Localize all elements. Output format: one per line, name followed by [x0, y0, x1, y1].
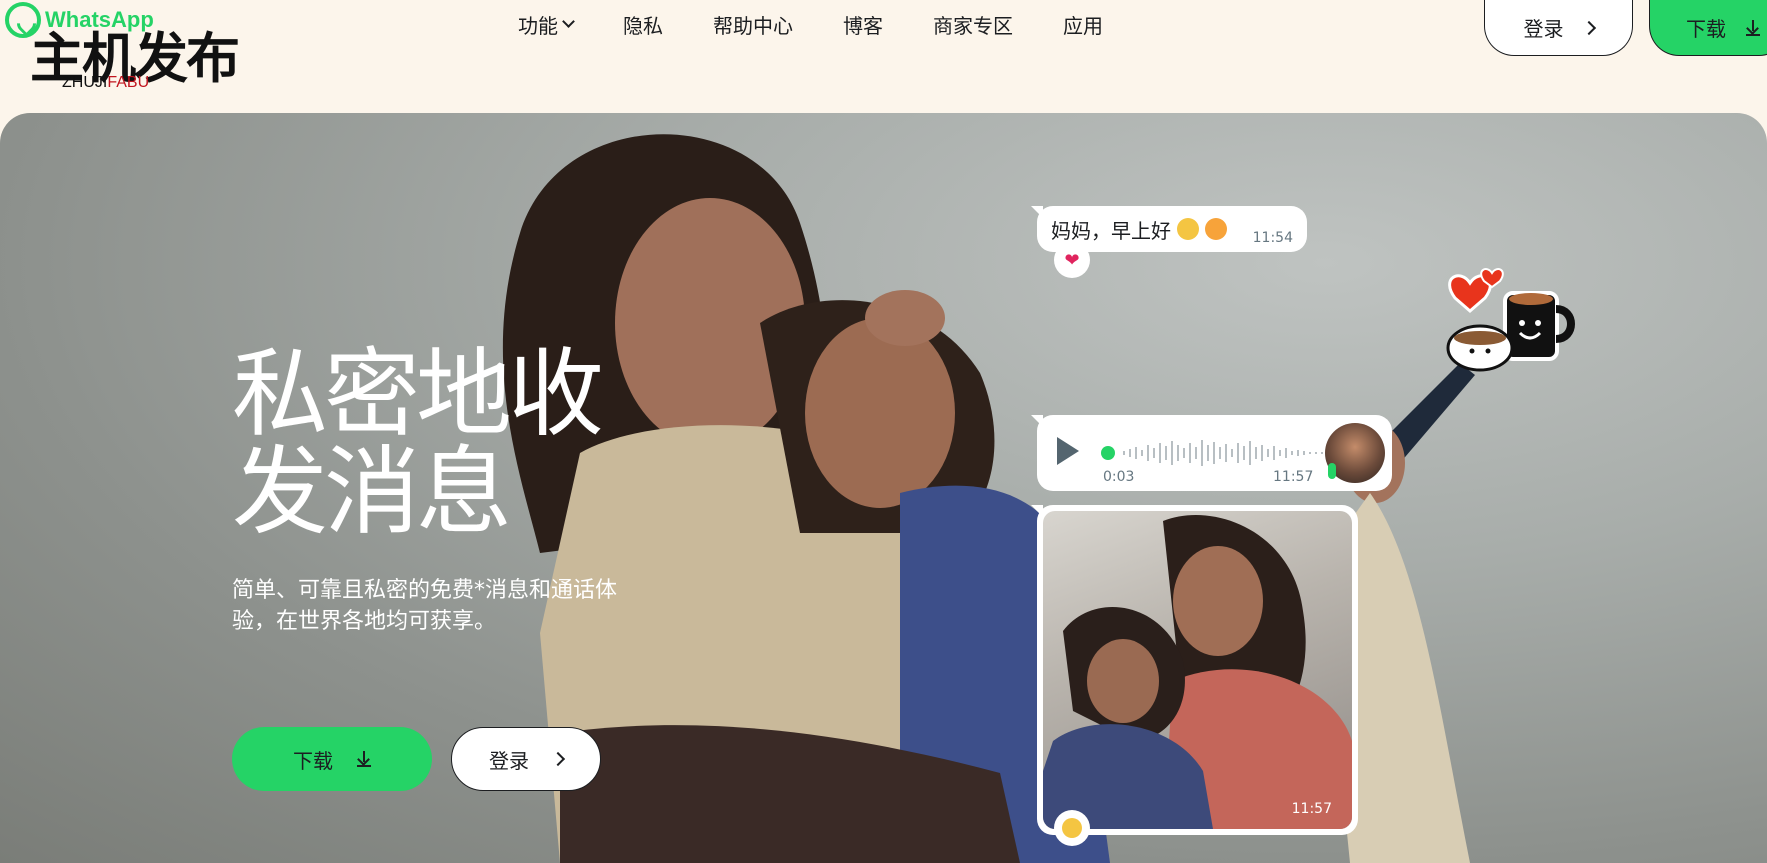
voice-waveform — [1123, 440, 1329, 466]
chat-photo[interactable]: 11:57 — [1043, 511, 1352, 829]
emoji-reaction — [1054, 810, 1090, 846]
site-logo-latin: ZHUJIFABU — [62, 74, 149, 92]
play-icon[interactable] — [1057, 437, 1079, 465]
smiling-emoji-icon — [1177, 218, 1199, 240]
chevron-down-icon — [562, 15, 575, 28]
nav-item-label: 商家专区 — [933, 13, 1013, 38]
chat-photo-image — [1043, 515, 1352, 829]
chevron-right-icon — [550, 751, 566, 767]
nav-item-blog[interactable]: 博客 — [843, 10, 883, 38]
hearts-face-emoji-icon — [1205, 218, 1227, 240]
hero-subtitle: 简单、可靠且私密的免费*消息和通话体验，在世界各地均可获享。 — [232, 578, 618, 634]
site-logo-latin-b: FABU — [107, 74, 150, 91]
hero-section: 私密地收 发消息 简单、可靠且私密的免费*消息和通话体验，在世界各地均可获享。 … — [0, 113, 1767, 863]
nav-item-label: 应用 — [1063, 13, 1103, 38]
nav-item-apps[interactable]: 应用 — [1063, 10, 1103, 38]
hero-download-label: 下载 — [293, 748, 333, 773]
hero-title-line-1: 私密地收 — [232, 338, 604, 450]
top-header: WhatsApp 主机发布 ZHUJIFABU 功能 隐私 帮助中心 博客 商家… — [0, 0, 1767, 113]
hero-title-line-2: 发消息 — [232, 436, 512, 548]
nav-item-privacy[interactable]: 隐私 — [623, 10, 663, 38]
pleading-face-icon — [1062, 818, 1082, 838]
header-download-label: 下载 — [1686, 17, 1726, 41]
heart-icon: ❤ — [1064, 249, 1080, 271]
nav-item-label: 功能 — [518, 13, 558, 38]
site-logo-latin-a: ZHUJI — [62, 74, 108, 91]
voice-elapsed-time: 0:03 — [1103, 469, 1135, 485]
nav-item-label: 博客 — [843, 13, 883, 38]
hero-title: 私密地收 发消息 — [232, 345, 652, 541]
header-login-button[interactable]: 登录 — [1484, 0, 1633, 56]
hero-login-label: 登录 — [489, 748, 529, 773]
chat-message-time: 11:54 — [1252, 230, 1293, 246]
header-download-button[interactable]: 下载 — [1649, 0, 1767, 56]
hero-login-button[interactable]: 登录 — [451, 727, 601, 791]
header-login-label: 登录 — [1523, 17, 1564, 41]
nav-item-help-center[interactable]: 帮助中心 — [713, 10, 793, 38]
photo-message-time: 11:57 — [1291, 801, 1332, 817]
chat-message-text: 妈妈，早上好 — [1051, 218, 1171, 243]
chevron-right-icon — [1581, 20, 1596, 35]
download-icon — [1746, 19, 1760, 36]
hero-download-button[interactable]: 下载 — [232, 727, 432, 791]
nav-item-features[interactable]: 功能 — [518, 10, 575, 38]
voice-progress-knob[interactable] — [1101, 446, 1115, 460]
nav-item-label: 隐私 — [623, 13, 663, 38]
nav-item-label: 帮助中心 — [713, 13, 793, 38]
download-icon — [357, 751, 371, 767]
main-nav: 功能 隐私 帮助中心 博客 商家专区 应用 — [518, 10, 1153, 38]
voice-message-time: 11:57 — [1273, 469, 1314, 485]
chat-bubble-voice-note: 0:03 11:57 — [1031, 415, 1392, 491]
coffee-sticker-icon — [1446, 268, 1575, 372]
chat-bubble-photo: 11:57 — [1031, 505, 1358, 835]
nav-item-business[interactable]: 商家专区 — [933, 10, 1013, 38]
heart-reaction: ❤ — [1054, 242, 1090, 278]
mic-icon — [1328, 463, 1336, 479]
